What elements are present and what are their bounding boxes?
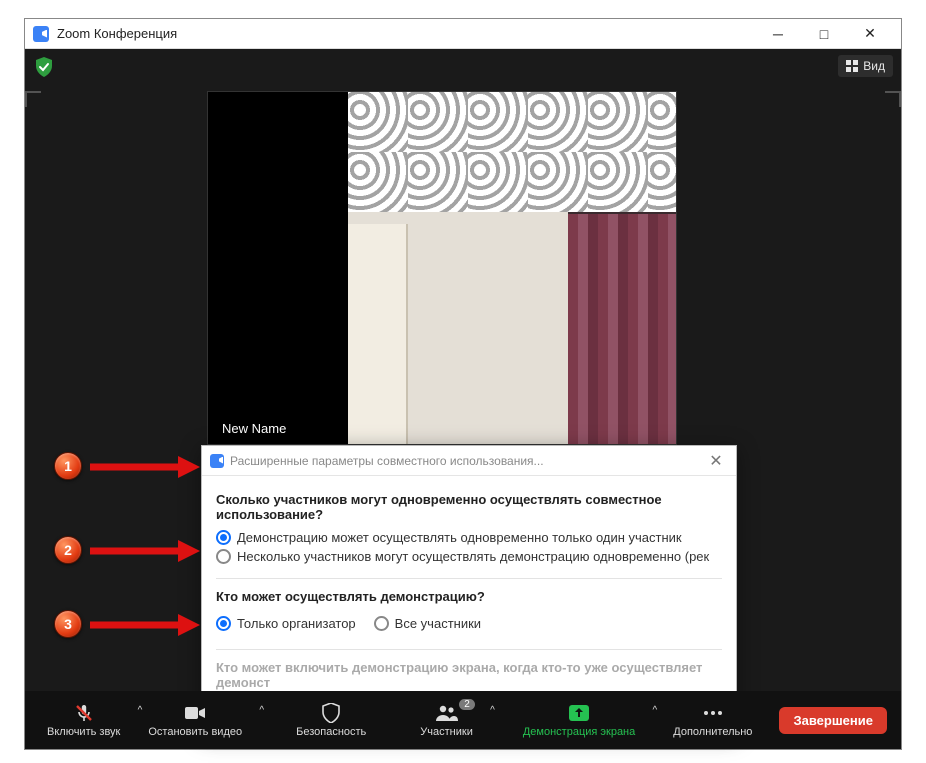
radio-icon (216, 616, 231, 631)
video-button[interactable]: Остановить видео ^ (140, 699, 258, 742)
q2-option-1[interactable]: Только организатор (216, 616, 356, 631)
q1-option-2[interactable]: Несколько участников могут осуществлять … (216, 549, 722, 564)
dialog-header: Расширенные параметры совместного исполь… (202, 446, 736, 476)
annotation-marker-2: 2 (54, 536, 82, 564)
mic-muted-icon (74, 703, 94, 723)
video-content (208, 92, 348, 444)
dialog-title: Расширенные параметры совместного исполь… (230, 454, 544, 468)
zoom-icon (33, 26, 49, 42)
annotation-arrow (90, 454, 200, 480)
chevron-up-icon[interactable]: ^ (259, 705, 264, 716)
security-button[interactable]: Безопасность (288, 699, 374, 742)
view-label: Вид (863, 59, 885, 73)
share-screen-button[interactable]: Демонстрация экрана ^ (515, 699, 651, 742)
video-content (348, 224, 408, 445)
question-3: Кто может включить демонстрацию экрана, … (216, 660, 722, 690)
radio-icon (374, 616, 389, 631)
camera-icon (184, 703, 206, 723)
video-content (568, 212, 676, 445)
annotation-marker-3: 3 (54, 610, 82, 638)
video-tile-main[interactable]: New Name (207, 91, 677, 445)
separator (216, 649, 722, 650)
annotation-arrow (90, 538, 200, 564)
window-controls: ─ □ ✕ (755, 19, 893, 49)
more-icon (702, 703, 724, 723)
close-button[interactable]: ✕ (847, 19, 893, 49)
radio-icon (216, 549, 231, 564)
participants-button[interactable]: Участники 2 ^ (412, 699, 489, 742)
maximize-button[interactable]: □ (801, 19, 847, 49)
separator (216, 578, 722, 579)
option-label: Только организатор (237, 616, 356, 631)
meeting-toolbar: Включить звук ^ Остановить видео ^ Безоп… (25, 691, 901, 749)
annotation-marker-1: 1 (54, 452, 82, 480)
q2-option-2[interactable]: Все участники (374, 616, 481, 631)
button-label: Включить звук (47, 726, 120, 738)
question-1: Сколько участников могут одновременно ос… (216, 492, 722, 522)
option-label: Демонстрацию может осуществлять одноврем… (237, 530, 682, 545)
app-window: Zoom Конференция ─ □ ✕ Вид New Name (24, 18, 902, 750)
view-button[interactable]: Вид (838, 55, 893, 77)
zoom-icon (210, 454, 224, 468)
window-title: Zoom Конференция (57, 26, 177, 41)
encryption-shield-icon[interactable] (35, 57, 53, 77)
share-screen-icon (568, 703, 590, 723)
option-label: Все участники (395, 616, 481, 631)
button-label: Безопасность (296, 726, 366, 738)
question-2: Кто может осуществлять демонстрацию? (216, 589, 722, 604)
button-label: Демонстрация экрана (523, 726, 635, 738)
more-button[interactable]: Дополнительно (665, 699, 760, 742)
button-label: Остановить видео (148, 726, 242, 738)
dialog-close-button[interactable]: ✕ (704, 451, 728, 471)
decorative-corner (25, 91, 41, 107)
option-label: Несколько участников могут осуществлять … (237, 549, 709, 564)
chevron-up-icon[interactable]: ^ (653, 705, 658, 716)
radio-icon (216, 530, 231, 545)
titlebar: Zoom Конференция ─ □ ✕ (25, 19, 901, 49)
decorative-corner (885, 91, 901, 107)
participant-name-label: New Name (214, 419, 294, 438)
end-meeting-button[interactable]: Завершение (779, 707, 887, 734)
grid-icon (846, 60, 858, 72)
q1-option-1[interactable]: Демонстрацию может осуществлять одноврем… (216, 530, 722, 545)
video-content (348, 92, 677, 212)
button-label: Дополнительно (673, 726, 752, 738)
audio-button[interactable]: Включить звук ^ (39, 699, 136, 742)
annotation-arrow (90, 612, 200, 638)
client-area: Вид New Name Расширенные параметры совме… (25, 49, 901, 749)
chevron-up-icon[interactable]: ^ (490, 705, 495, 716)
minimize-button[interactable]: ─ (755, 19, 801, 49)
button-label: Участники (420, 726, 473, 738)
participants-count-badge: 2 (459, 699, 475, 710)
participants-icon (435, 703, 459, 723)
shield-icon (322, 703, 340, 723)
